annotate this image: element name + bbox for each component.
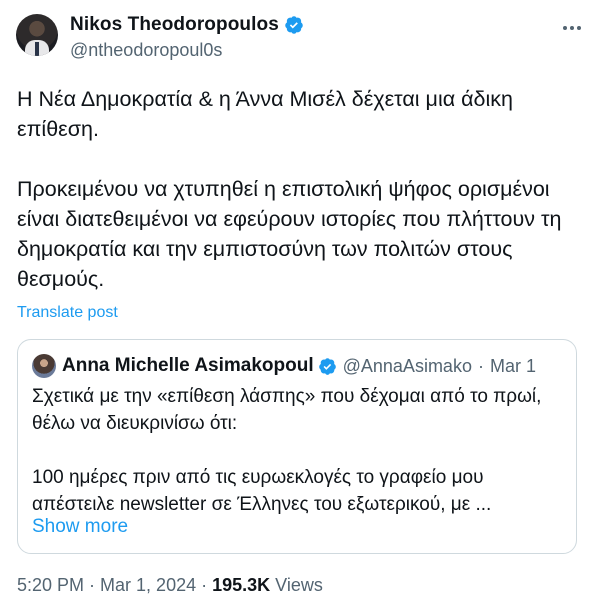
more-horizontal-icon[interactable] [558, 16, 586, 40]
quoted-author-handle[interactable]: @AnnaAsimako [343, 356, 472, 377]
quoted-verified-badge-icon [318, 357, 336, 375]
tweet-text: Η Νέα Δημοκρατία & η Άννα Μισέλ δέχεται … [17, 87, 562, 291]
meta-separator-dot: · [89, 575, 96, 595]
author-display-name[interactable]: Nikos Theodoropoulos [70, 14, 279, 36]
author-avatar[interactable] [16, 14, 58, 56]
tweet-date[interactable]: Mar 1, 2024 [100, 575, 196, 596]
views-label: Views [275, 575, 323, 595]
avatar-tie [35, 42, 39, 56]
tweet-time[interactable]: 5:20 PM [17, 575, 84, 596]
quoted-tweet-text: Σχετικά με την «επίθεση λάσπης» που δέχο… [32, 386, 542, 515]
author-handle[interactable]: @ntheodoropoul0s [70, 40, 222, 61]
quoted-tweet-date[interactable]: Mar 1 [490, 356, 536, 377]
author-name-row: Nikos Theodoropoulos [70, 14, 304, 36]
tweet-meta: 5:20 PM · Mar 1, 2024 · 195.3K Views [17, 575, 323, 596]
quoted-author-avatar[interactable] [32, 354, 56, 378]
quoted-tweet-card[interactable]: Anna Michelle Asimakopoul @AnnaAsimako ·… [17, 339, 577, 554]
show-more-link[interactable]: Show more [32, 516, 128, 538]
views-count[interactable]: 195.3K [212, 575, 270, 596]
quoted-author-name[interactable]: Anna Michelle Asimakopoul [62, 355, 314, 377]
quoted-separator-dot: · [477, 355, 484, 376]
meta-separator-dot: · [201, 575, 208, 595]
translate-post-link[interactable]: Translate post [17, 304, 118, 322]
quoted-tweet-header: Anna Michelle Asimakopoul @AnnaAsimako ·… [62, 355, 572, 377]
verified-badge-icon [285, 16, 303, 34]
